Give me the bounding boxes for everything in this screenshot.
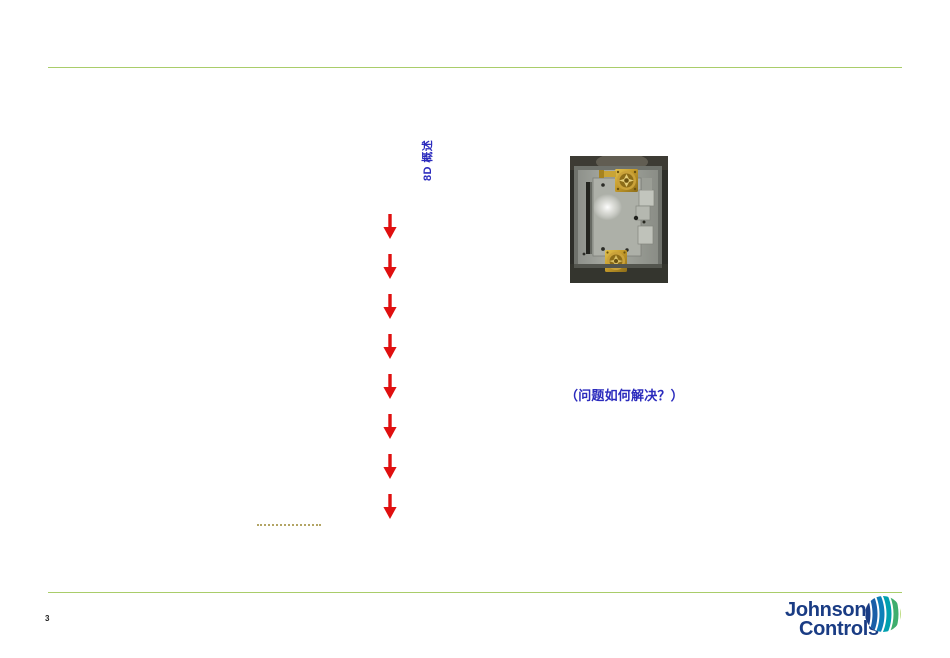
page-number: 3 xyxy=(45,614,50,623)
johnson-controls-logo: Johnson Controls xyxy=(785,596,910,648)
ellipsis-dotted-line xyxy=(257,524,321,526)
down-arrow-icon xyxy=(378,254,402,294)
slide-canvas: 8D 概述 （问题如何解决？） 3 Johnson Controls xyxy=(0,0,950,658)
arrow-column xyxy=(378,214,402,534)
part-photo xyxy=(570,156,668,283)
down-arrow-icon xyxy=(378,374,402,414)
down-arrow-icon xyxy=(378,294,402,334)
down-arrow-icon xyxy=(378,214,402,254)
down-arrow-icon xyxy=(378,414,402,454)
footer-divider xyxy=(48,592,902,593)
down-arrow-icon xyxy=(378,334,402,374)
caption-how-to-solve: （问题如何解决？） xyxy=(565,388,684,403)
johnson-controls-globe-mark xyxy=(857,594,909,634)
down-arrow-icon xyxy=(378,454,402,494)
header-divider xyxy=(48,67,902,68)
vertical-heading-8d-overview: 8D 概述 xyxy=(422,139,434,181)
down-arrow-icon xyxy=(378,494,402,534)
